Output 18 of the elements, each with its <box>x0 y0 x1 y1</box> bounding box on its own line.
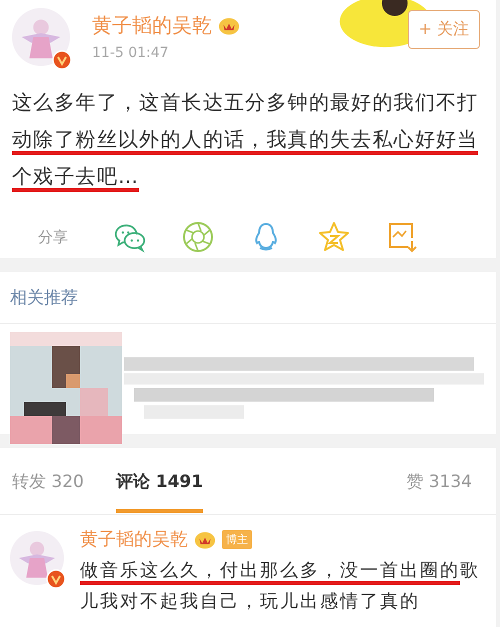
author-name[interactable]: 黄子韬的吴乾 <box>92 12 212 39</box>
author-name[interactable]: 黄子韬的吴乾 <box>80 527 188 551</box>
tab[interactable]: 赞 3134 <box>406 450 472 512</box>
crown-icon <box>218 16 240 35</box>
star-icon[interactable] <box>318 221 350 253</box>
section-title: 相关推荐 <box>0 272 496 324</box>
poster-badge: 博主 <box>222 530 252 548</box>
image-download-icon[interactable] <box>386 221 418 253</box>
tab[interactable]: 转发 320 <box>12 450 84 512</box>
post-time: 11-5 01:47 <box>92 45 170 61</box>
share-label: 分享 <box>38 228 68 246</box>
tab[interactable]: 评论 1491 <box>116 450 204 512</box>
comment-text: 做音乐这么久，付出那么多，没一首出圈的歌儿我对不起我自己，玩儿出感情了真的 <box>80 559 481 614</box>
avatar[interactable] <box>10 531 64 585</box>
aperture-icon[interactable] <box>182 221 214 253</box>
crown-icon <box>194 530 216 548</box>
follow-button[interactable]: + 关注 <box>408 10 480 49</box>
avatar[interactable] <box>12 8 70 66</box>
